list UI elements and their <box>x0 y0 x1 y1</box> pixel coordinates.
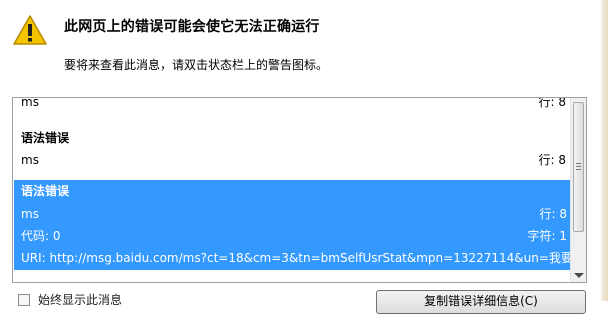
scrollbar-grip <box>576 169 581 170</box>
selected-error-message-row: ms 行: 8 <box>14 203 572 225</box>
scrollbar-grip <box>576 163 581 164</box>
error-list[interactable]: ms 行: 8 语法错误 ms 行: 8 语法错误 ms 行: 8 代码: 0 … <box>12 97 587 283</box>
selected-error-uri-row: URI: http://msg.baidu.com/ms?ct=18&cm=3&… <box>14 247 584 269</box>
error-message: ms <box>21 153 39 167</box>
error-type: 语法错误 <box>21 184 70 198</box>
error-code: 代码: 0 <box>21 229 61 243</box>
selected-error-item[interactable]: 语法错误 ms 行: 8 代码: 0 字符: 1 URI: http://msg… <box>14 180 584 270</box>
vertical-scrollbar[interactable] <box>570 98 586 282</box>
scroll-down-icon[interactable] <box>574 273 584 278</box>
error-line: 行: 8 <box>538 153 567 167</box>
always-show-checkbox[interactable] <box>18 294 30 306</box>
always-show-label: 始终显示此消息 <box>38 293 123 307</box>
list-item-type[interactable]: 语法错误 <box>13 127 572 149</box>
dialog-title: 此网页上的错误可能会使它无法正确运行 <box>64 19 320 35</box>
error-char: 字符: 1 <box>527 229 568 243</box>
copy-details-button[interactable]: 复制错误详细信息(C) <box>376 290 586 314</box>
window-edge <box>600 0 608 301</box>
error-line: 行: 8 <box>539 207 568 221</box>
error-type: 语法错误 <box>21 131 70 145</box>
error-line: 行: 8 <box>538 97 567 109</box>
error-message: ms <box>21 207 39 221</box>
list-item[interactable]: ms 行: 8 <box>13 97 572 113</box>
dialog-subtitle: 要将来查看此消息，请双击状态栏上的警告图标。 <box>64 58 329 72</box>
error-message: ms <box>21 97 39 109</box>
list-item[interactable]: ms 行: 8 <box>13 149 572 171</box>
scrollbar-grip <box>576 166 581 167</box>
scrollbar-thumb[interactable] <box>573 102 584 232</box>
selected-error-code-row: 代码: 0 字符: 1 <box>14 225 572 247</box>
selected-error-type-row: 语法错误 <box>14 180 572 202</box>
error-uri: URI: http://msg.baidu.com/ms?ct=18&cm=3&… <box>21 251 585 265</box>
warning-icon <box>13 15 47 45</box>
